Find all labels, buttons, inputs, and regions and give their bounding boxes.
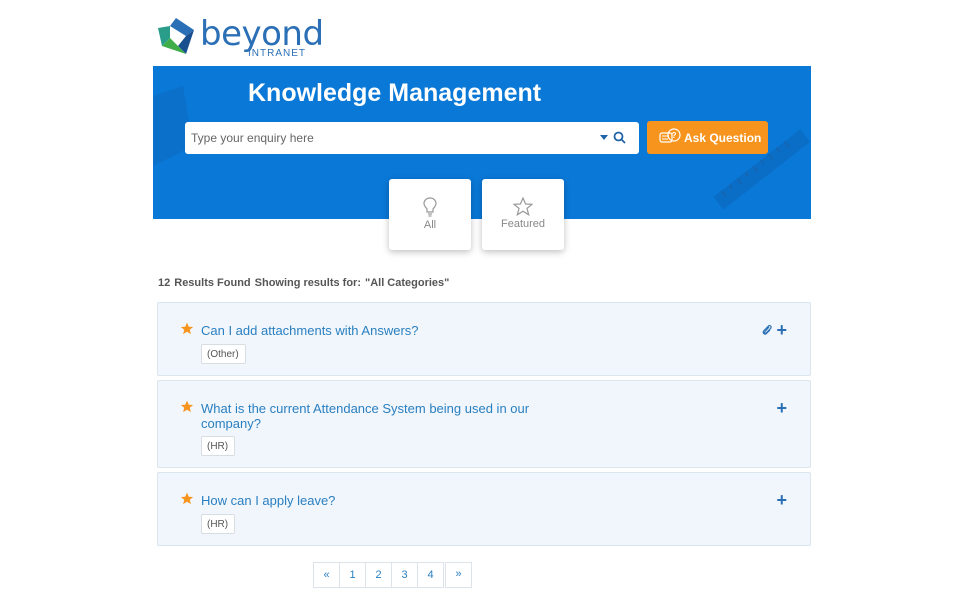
results-showing-label: Showing results for: <box>254 277 361 289</box>
results-summary: 12 Results Found Showing results for: "All … <box>158 277 453 289</box>
page-button-4[interactable]: 4 <box>417 562 444 588</box>
beyond-logo-mark-icon <box>158 18 194 54</box>
category-label-featured: Featured <box>500 218 546 230</box>
category-tag: (HR) <box>201 436 236 456</box>
question-item[interactable]: Can I add attachments with Answers? (Oth… <box>157 302 811 376</box>
search-box <box>185 122 639 154</box>
star-icon[interactable] <box>180 400 194 413</box>
question-title[interactable]: What is the current Attendance System be… <box>201 401 561 431</box>
category-card-all[interactable]: All <box>389 179 471 250</box>
star-icon[interactable] <box>180 322 194 335</box>
search-input[interactable] <box>185 122 585 154</box>
ask-question-button[interactable]: ? Ask Question <box>647 121 768 154</box>
page-next-button[interactable]: » <box>445 562 472 588</box>
logo[interactable]: beyond INTRANET <box>156 16 326 60</box>
question-title[interactable]: How can I apply leave? <box>201 493 561 508</box>
star-outline-icon <box>513 197 533 216</box>
svg-text:?: ? <box>672 131 677 140</box>
lightbulb-icon <box>423 197 437 217</box>
page-button-3[interactable]: 3 <box>391 562 418 588</box>
results-count: 12 <box>158 277 171 289</box>
paperclip-icon[interactable] <box>762 323 772 336</box>
category-label-all: All <box>423 219 437 231</box>
pagination: « 1 2 3 4 » <box>313 562 472 588</box>
page-button-2[interactable]: 2 <box>365 562 392 588</box>
page-title: Knowledge Management <box>248 79 542 107</box>
chevron-down-icon[interactable] <box>600 135 608 140</box>
logo-subtitle: INTRANET <box>248 48 306 59</box>
ask-question-label: Ask Question <box>684 130 762 145</box>
logo-wordmark: beyond <box>200 14 324 54</box>
page-button-1[interactable]: 1 <box>339 562 366 588</box>
question-item[interactable]: What is the current Attendance System be… <box>157 380 811 468</box>
category-tag: (Other) <box>201 344 246 364</box>
question-title[interactable]: Can I add attachments with Answers? <box>201 323 561 338</box>
expand-plus-icon[interactable]: + <box>776 399 787 417</box>
category-tag: (HR) <box>201 514 236 534</box>
star-icon[interactable] <box>180 492 194 505</box>
expand-plus-icon[interactable]: + <box>776 491 787 509</box>
results-found-label: Results Found <box>174 277 251 289</box>
question-bubble-icon: ? <box>659 127 681 143</box>
search-icon[interactable] <box>613 131 626 144</box>
question-item[interactable]: How can I apply leave? (HR) + <box>157 472 811 546</box>
category-card-featured[interactable]: Featured <box>482 179 564 250</box>
page-prev-button[interactable]: « <box>313 562 340 588</box>
expand-plus-icon[interactable]: + <box>776 321 787 339</box>
results-filter: "All Categories" <box>364 277 450 289</box>
